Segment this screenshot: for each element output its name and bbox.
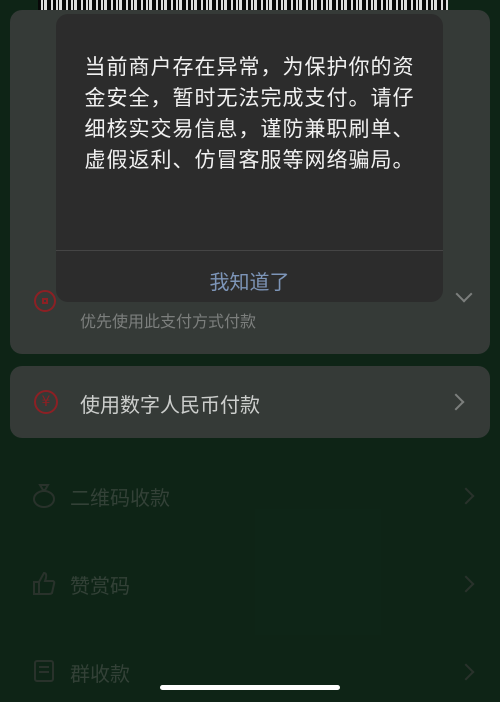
dialog-message: 当前商户存在异常，为保护你的资金安全，暂时无法完成支付。请仔细核实交易信息，谨防…	[84, 55, 415, 172]
home-indicator[interactable]	[160, 685, 340, 690]
confirm-button[interactable]: 我知道了	[56, 251, 443, 302]
alert-dialog: 当前商户存在异常，为保护你的资金安全，暂时无法完成支付。请仔细核实交易信息，谨防…	[56, 14, 443, 302]
